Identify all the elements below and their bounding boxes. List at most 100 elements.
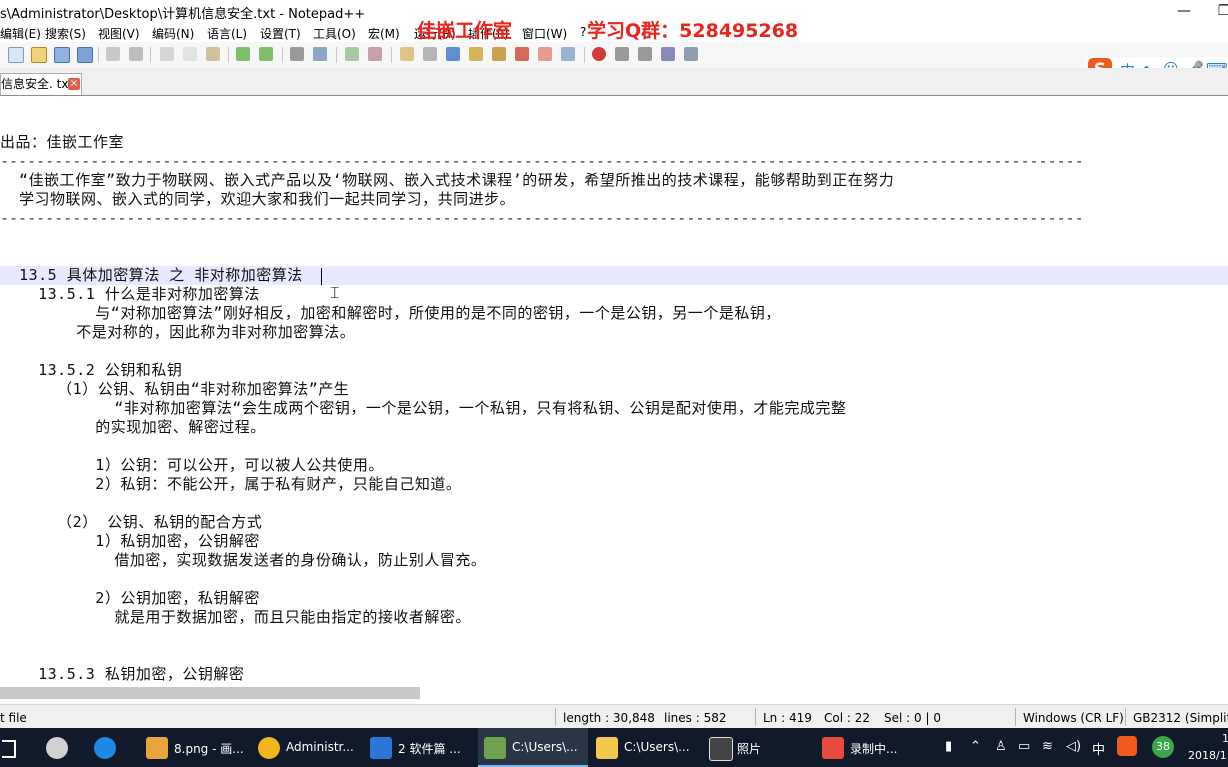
show-all-chars-icon[interactable] bbox=[446, 47, 460, 61]
replace-icon[interactable] bbox=[313, 47, 327, 61]
taskbar-item-label: Administr... bbox=[286, 740, 354, 754]
sync-scroll-icon[interactable] bbox=[400, 47, 414, 61]
volume-icon[interactable]: ◁) bbox=[1066, 739, 1081, 754]
taskbar-item-label: C:\Users\... bbox=[512, 740, 578, 754]
save-all-icon[interactable] bbox=[77, 47, 93, 63]
status-column: Col : 22 bbox=[824, 711, 870, 725]
editor-line: ----------------------------------------… bbox=[0, 209, 1084, 227]
open-file-icon[interactable] bbox=[31, 47, 47, 63]
sogou-tray-icon[interactable] bbox=[1117, 736, 1137, 756]
clock-time[interactable]: 1 bbox=[1222, 732, 1228, 745]
taskbar-item-explorer[interactable]: C:\Users\... bbox=[590, 728, 700, 767]
paste-icon[interactable] bbox=[206, 47, 220, 61]
find-icon[interactable] bbox=[290, 47, 304, 61]
status-eol[interactable]: Windows (CR LF) bbox=[1023, 711, 1124, 725]
editor-line: 1）私钥加密，公钥解密 bbox=[0, 532, 260, 550]
scrollbar-thumb[interactable] bbox=[0, 687, 420, 699]
run-macro-multiple-icon[interactable] bbox=[661, 47, 675, 61]
editor-line: “佳嵌工作室”致力于物联网、嵌入式产品以及‘物联网、嵌入式技术课程’的研发，希望… bbox=[0, 171, 895, 189]
qq-group-watermark: 学习Q群：528495268 bbox=[587, 20, 799, 42]
status-length: length : 30,848 bbox=[563, 711, 655, 725]
wifi-icon[interactable]: ≋ bbox=[1042, 739, 1053, 754]
editor-line: （2） 公钥、私钥的配合方式 bbox=[0, 513, 263, 531]
toolbar-divider bbox=[228, 47, 229, 63]
taskbar-item-admin[interactable]: Administr... bbox=[252, 728, 362, 767]
menu-window[interactable]: 窗口(W) bbox=[522, 25, 567, 42]
status-line-number: Ln : 419 bbox=[763, 711, 812, 725]
editor-line: 与“对称加密算法”刚好相反，加密和解密时，所使用的是不同的密钥，一个是公钥，另一… bbox=[0, 304, 781, 322]
doc-map-icon[interactable] bbox=[492, 47, 506, 61]
menu-edit[interactable]: 编辑(E) bbox=[0, 25, 41, 42]
zoom-out-icon[interactable] bbox=[368, 47, 382, 61]
battery-icon[interactable]: ▮ bbox=[945, 739, 952, 754]
editor-line: 13.5.2 公钥和私钥 bbox=[0, 361, 183, 379]
close-file-icon[interactable] bbox=[106, 47, 120, 61]
close-icon[interactable]: × bbox=[68, 78, 80, 90]
menu-help[interactable]: ? bbox=[580, 25, 586, 39]
toolbar-divider bbox=[391, 47, 392, 63]
menu-macro[interactable]: 宏(M) bbox=[368, 25, 400, 42]
folder-workspace-icon[interactable] bbox=[538, 47, 552, 61]
status-file-type: t file bbox=[0, 711, 27, 725]
windows-taskbar: 8.png - 画... Administr... 2 软件篇 ... C:\U… bbox=[0, 728, 1228, 767]
menu-search[interactable]: 搜索(S) bbox=[45, 25, 86, 42]
editor-line: 不是对称的，因此称为非对称加密算法。 bbox=[0, 323, 356, 341]
photos-icon bbox=[709, 737, 733, 761]
taskbar-item-recorder[interactable]: 录制中... bbox=[816, 728, 926, 767]
new-file-icon[interactable] bbox=[8, 47, 24, 63]
horizontal-scrollbar[interactable] bbox=[0, 684, 1228, 704]
app-icon bbox=[46, 737, 68, 759]
network-icon[interactable]: ▭ bbox=[1018, 739, 1030, 754]
record-macro-icon[interactable] bbox=[592, 47, 606, 61]
save-macro-icon[interactable] bbox=[684, 47, 698, 61]
mouse-pointer-icon: ⌶ bbox=[330, 283, 340, 302]
text-editor[interactable]: 出品：佳嵌工作室 -------------------------------… bbox=[0, 96, 1228, 684]
redo-icon[interactable] bbox=[259, 47, 273, 61]
taskbar-item-label: C:\Users\... bbox=[624, 740, 690, 754]
windows-start-icon bbox=[2, 740, 16, 758]
paint-icon bbox=[146, 737, 168, 759]
pinned-app-button[interactable] bbox=[40, 728, 74, 767]
indent-guide-icon[interactable] bbox=[469, 47, 483, 61]
taskbar-item-paint[interactable]: 8.png - 画... bbox=[140, 728, 250, 767]
taskbar-item-photos[interactable]: 照片 bbox=[703, 728, 813, 767]
menu-encoding[interactable]: 编码(N) bbox=[152, 25, 194, 42]
editor-current-line: 13.5 具体加密算法 之 非对称加密算法 bbox=[0, 266, 1228, 285]
print-icon[interactable] bbox=[129, 47, 143, 61]
notification-badge[interactable]: 38 bbox=[1152, 736, 1174, 758]
tab-document[interactable]: 信息安全. txt × bbox=[0, 73, 82, 95]
function-list-icon[interactable] bbox=[515, 47, 529, 61]
toolbar-divider bbox=[282, 47, 283, 63]
editor-line: 2）私钥：不能公开，属于私有财产，只能自己知道。 bbox=[0, 475, 462, 493]
save-icon[interactable] bbox=[54, 47, 70, 63]
word-wrap-icon[interactable] bbox=[423, 47, 437, 61]
undo-icon[interactable] bbox=[236, 47, 250, 61]
recorder-icon bbox=[822, 737, 844, 759]
person-icon[interactable]: ♙ bbox=[995, 739, 1007, 754]
play-macro-icon[interactable] bbox=[638, 47, 652, 61]
monitoring-icon[interactable] bbox=[561, 47, 575, 61]
menu-language[interactable]: 语言(L) bbox=[207, 25, 247, 42]
toolbar bbox=[0, 42, 1228, 69]
taskbar-item-word[interactable]: 2 软件篇 ... bbox=[364, 728, 474, 767]
chevron-up-icon[interactable]: ⌃ bbox=[970, 739, 981, 754]
status-divider bbox=[555, 708, 556, 726]
status-divider bbox=[1015, 708, 1016, 726]
minimize-button[interactable]: — bbox=[1164, 0, 1204, 22]
stop-macro-icon[interactable] bbox=[615, 47, 629, 61]
copy-icon[interactable] bbox=[183, 47, 197, 61]
taskbar-item-notepadpp[interactable]: C:\Users\... bbox=[478, 728, 588, 767]
cut-icon[interactable] bbox=[160, 47, 174, 61]
menu-tools[interactable]: 工具(O) bbox=[313, 25, 356, 42]
menu-settings[interactable]: 设置(T) bbox=[260, 25, 301, 42]
editor-line: 13.5.3 私钥加密，公钥解密 bbox=[0, 665, 245, 683]
zoom-in-icon[interactable] bbox=[345, 47, 359, 61]
menu-view[interactable]: 视图(V) bbox=[98, 25, 140, 42]
ime-tray-indicator[interactable]: 中 bbox=[1092, 739, 1105, 758]
internet-explorer-button[interactable] bbox=[88, 728, 122, 767]
clock-date[interactable]: 2018/1 bbox=[1188, 749, 1227, 762]
start-button[interactable] bbox=[0, 728, 36, 767]
restore-button[interactable]: ❐ bbox=[1204, 0, 1228, 22]
status-encoding[interactable]: GB2312 (Simplifi bbox=[1133, 711, 1228, 725]
